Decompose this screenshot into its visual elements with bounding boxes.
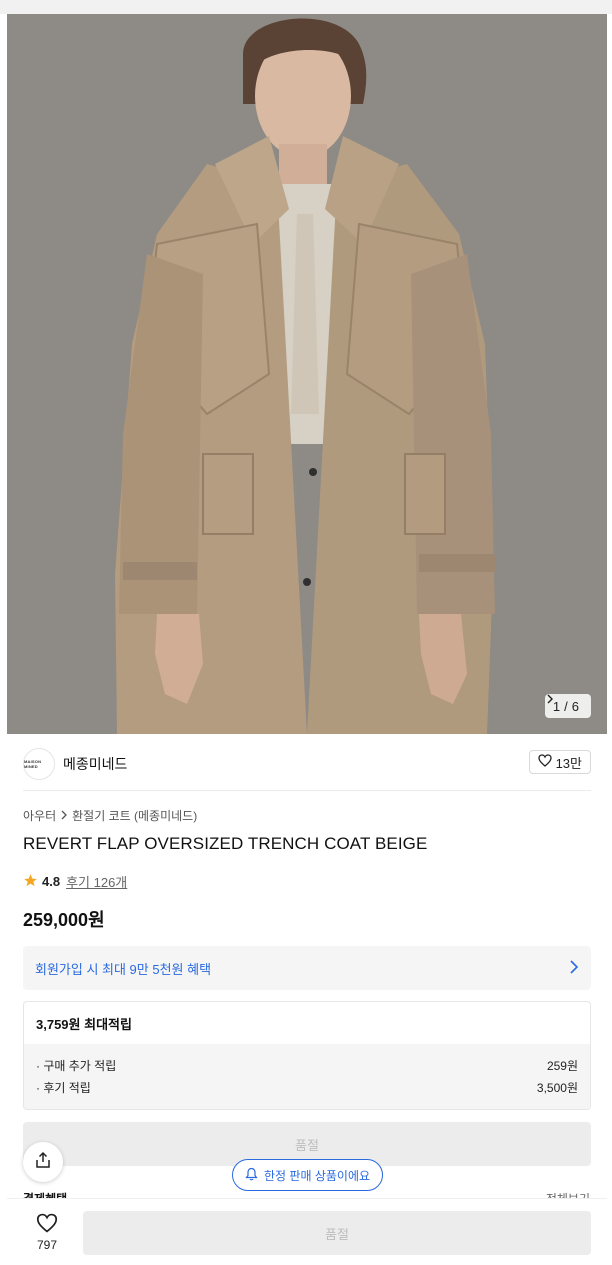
- chevron-right-icon: [60, 809, 68, 823]
- brand-row: MAISON MINED 메종미네드 13만: [23, 744, 591, 784]
- limited-sale-badge[interactable]: 한정 판매 상품이에요: [232, 1159, 384, 1191]
- brand-like-count: 13만: [555, 755, 582, 771]
- brand-logo[interactable]: MAISON MINED: [23, 748, 55, 780]
- heart-icon: [36, 1213, 58, 1236]
- points-row: · 구매 추가 적립 259원: [36, 1054, 578, 1076]
- brand-like-button[interactable]: 13만: [528, 750, 591, 774]
- points-row-value: 259원: [546, 1058, 578, 1073]
- product-title: REVERT FLAP OVERSIZED TRENCH COAT BEIGE: [23, 834, 428, 853]
- points-row-label: · 구매 추가 적립: [36, 1058, 117, 1073]
- breadcrumb-category[interactable]: 아우터: [23, 807, 56, 824]
- star-icon: [23, 873, 38, 891]
- wishlist-button[interactable]: 797: [25, 1213, 69, 1252]
- share-button[interactable]: [23, 1142, 63, 1182]
- brand-logo-text: MAISON MINED: [24, 759, 42, 769]
- share-icon: [34, 1151, 52, 1174]
- wishlist-count: 797: [36, 1238, 58, 1252]
- benefit-text: 회원가입 시 최대 9만 5천원 혜택: [35, 961, 212, 977]
- breadcrumb: 아우터 환절기 코트 (메종미네드): [23, 807, 197, 824]
- product-price: 259,000원: [23, 910, 105, 930]
- points-panel: 3,759원 최대적립 · 구매 추가 적립 259원 · 후기 적립 3,50…: [23, 1001, 591, 1110]
- product-image-gallery[interactable]: 1 / 6: [7, 14, 607, 734]
- bell-icon: [245, 1167, 258, 1184]
- chevron-right-icon: [569, 959, 579, 978]
- counter-total: 6: [571, 698, 579, 714]
- points-row: · 후기 적립 3,500원: [36, 1076, 578, 1098]
- page-edge: [0, 14, 7, 1265]
- bottom-action-bar: 797 품절: [7, 1198, 607, 1265]
- divider: [23, 790, 591, 791]
- heart-icon: [537, 754, 552, 770]
- soldout-purchase-button: 품절: [83, 1211, 591, 1255]
- points-header: 3,759원 최대적립: [36, 1016, 132, 1032]
- rating-score: 4.8: [42, 874, 61, 889]
- rating-row: 4.8 후기 126개: [23, 872, 127, 891]
- counter-separator: /: [564, 698, 568, 714]
- points-details: · 구매 추가 적립 259원 · 후기 적립 3,500원: [24, 1044, 590, 1109]
- points-row-label: · 후기 적립: [36, 1080, 91, 1095]
- breadcrumb-subcategory[interactable]: 환절기 코트 (메종미네드): [72, 807, 197, 824]
- limited-sale-text: 한정 판매 상품이에요: [264, 1168, 371, 1183]
- points-row-value: 3,500원: [536, 1080, 578, 1095]
- brand-name[interactable]: 메종미네드: [63, 754, 127, 774]
- top-strip: [0, 0, 612, 14]
- signup-benefit-banner[interactable]: 회원가입 시 최대 9만 5천원 혜택: [23, 946, 591, 990]
- review-link[interactable]: 후기 126개: [66, 872, 127, 891]
- image-counter: 1 / 6: [544, 694, 591, 718]
- product-photo: [7, 14, 607, 734]
